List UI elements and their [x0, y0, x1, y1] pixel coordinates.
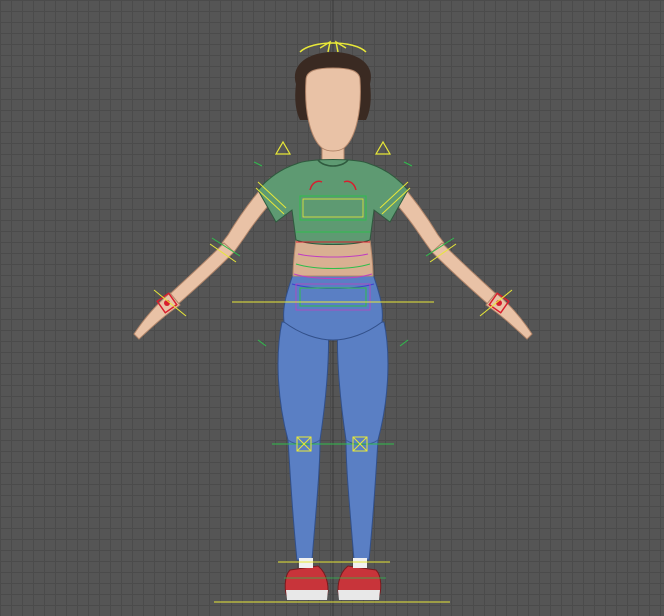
head[interactable]	[294, 52, 372, 152]
ik-triangle-icon[interactable]	[374, 140, 392, 155]
scene-svg[interactable]	[0, 0, 664, 616]
left-shoe[interactable]	[284, 558, 329, 600]
left-leg[interactable]	[277, 321, 330, 561]
waist[interactable]	[292, 239, 374, 277]
right-arm[interactable]	[385, 177, 533, 340]
viewport-3d[interactable]	[0, 0, 664, 616]
ik-triangle-icon[interactable]	[274, 140, 292, 155]
left-arm[interactable]	[133, 177, 281, 340]
right-shoe[interactable]	[337, 558, 382, 600]
